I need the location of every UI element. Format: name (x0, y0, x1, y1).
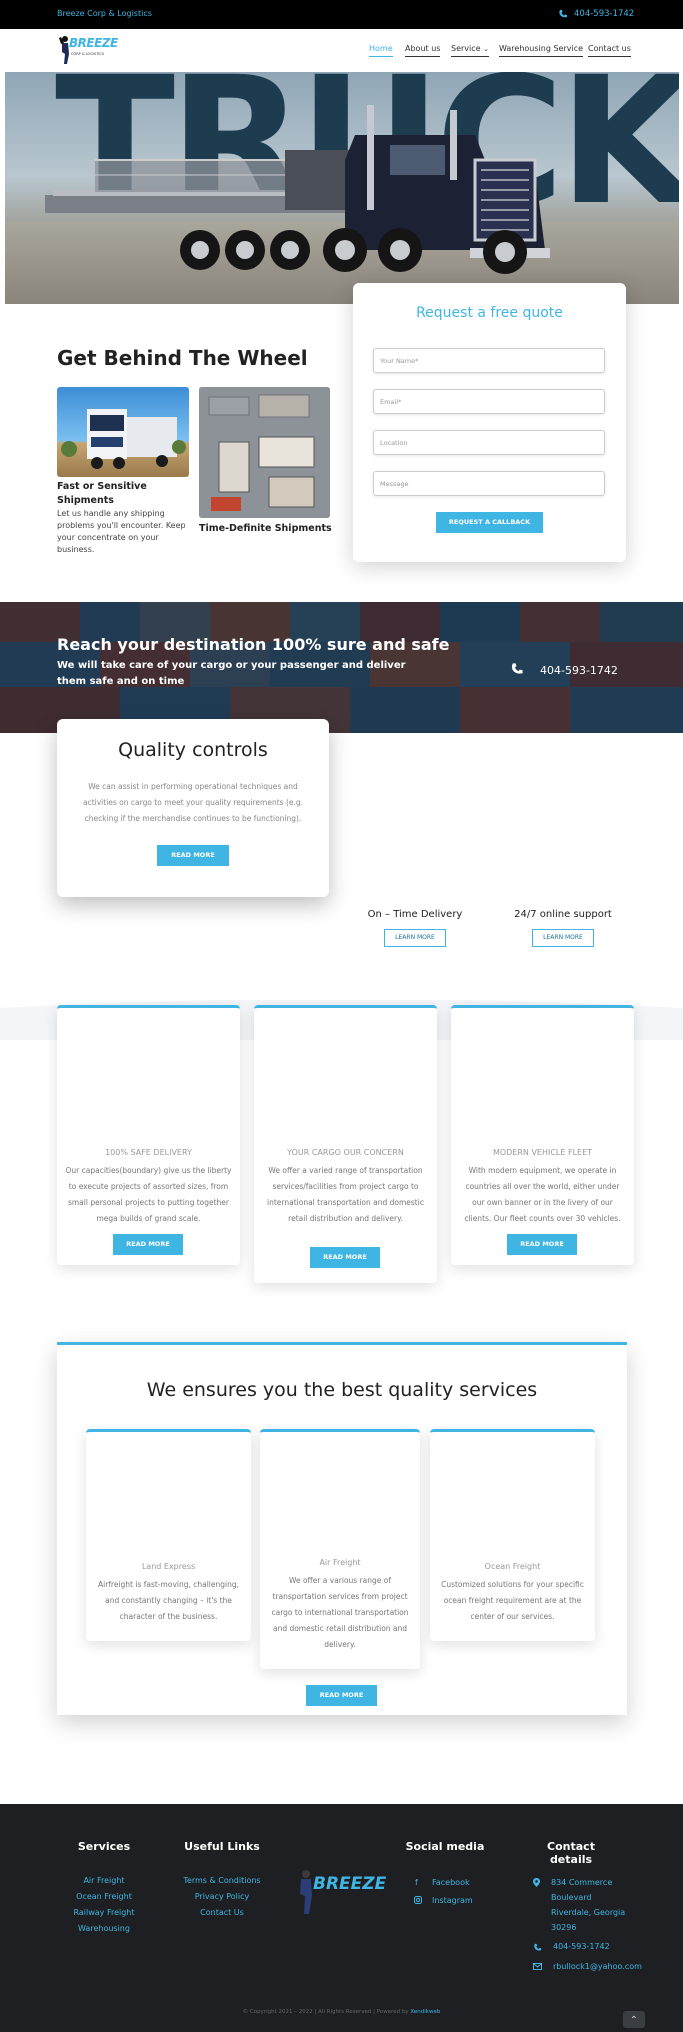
footer-link[interactable]: Railway Freight (54, 1908, 154, 1917)
banner-subtitle: We will take care of your cargo or your … (57, 660, 406, 687)
quote-title: Request a free quote (416, 305, 563, 321)
feature-title: 100% SAFE DELIVERY (105, 1148, 192, 1157)
feature-text: We offer a varied range of transportatio… (267, 1166, 424, 1223)
quality-title: Quality controls (118, 739, 268, 761)
card2-title: Time-Definite Shipments (199, 523, 332, 534)
footer-logo[interactable]: BREEZE (296, 1866, 386, 1916)
service-title: Ocean Freight (484, 1562, 541, 1571)
services-read-more-button[interactable]: READ MORE (306, 1685, 377, 1706)
request-callback-button[interactable]: REQUEST A CALLBACK (436, 512, 543, 533)
footer-logo-text: BREEZE (313, 1874, 387, 1894)
message-input[interactable]: Message (373, 471, 605, 496)
nav-home[interactable]: Home (369, 44, 393, 57)
address-line: Boulevard (551, 1893, 592, 1902)
logo-text: BREEZE (69, 36, 118, 50)
copyright-text: © Copyright 2021 – 2022 | All Rights Res… (242, 2009, 409, 2015)
footer-services-title: Services (77, 1840, 131, 1853)
nav-about[interactable]: About us (405, 44, 441, 57)
footer-link[interactable]: Terms & Conditions (172, 1876, 272, 1885)
facebook-link[interactable]: Facebook (432, 1875, 470, 1890)
section-title: Get Behind The Wheel (57, 346, 308, 370)
services-title: We ensures you the best quality services (146, 1379, 538, 1401)
nav-service-label: Service (451, 44, 481, 53)
name-input[interactable]: Your Name* (373, 348, 605, 373)
quote-form: Request a free quote Your Name* Email* L… (353, 283, 626, 562)
facebook-icon: f (415, 1878, 418, 1887)
footer-phone[interactable]: 404-593-1742 (553, 1939, 610, 1954)
support-title: 24/7 online support (514, 909, 612, 920)
powered-by-link[interactable]: Xendikweb (410, 2009, 440, 2015)
address-line: 30296 (551, 1923, 577, 1932)
footer-link[interactable]: Contact Us (172, 1908, 272, 1917)
ontime-title: On – Time Delivery (367, 909, 463, 920)
containers-banner: Reach your destination 100% sure and saf… (0, 602, 683, 733)
top-brand-link[interactable]: Breeze Corp & Logistics (57, 9, 152, 18)
feature-text: Our capacities(boundary) give us the lib… (65, 1166, 232, 1223)
footer-contact-title: Contact details (547, 1840, 595, 1866)
address-line: Riverdale, Georgia (551, 1908, 626, 1917)
service-card: Air Freight We offer a various range of … (260, 1429, 420, 1669)
service-text: Customized solutions for your specific o… (441, 1580, 584, 1621)
site-footer: Services Air Freight Ocean Freight Railw… (0, 1804, 683, 2032)
feature-card: 100% SAFE DELIVERY Our capacities(bounda… (57, 1005, 240, 1265)
footer-link[interactable]: Ocean Freight (54, 1892, 154, 1901)
service-text: We offer a various range of transportati… (271, 1576, 409, 1649)
service-title: Air Freight (319, 1558, 361, 1567)
email-input[interactable]: Email* (373, 389, 605, 414)
service-card: Ocean Freight Customized solutions for y… (430, 1429, 595, 1641)
top-bar: Breeze Corp & Logistics 404-593-1742 (0, 0, 683, 29)
footer-links-title: Useful Links (184, 1840, 260, 1853)
email-icon (533, 1963, 542, 1970)
instagram-link[interactable]: Instagram (432, 1893, 473, 1908)
hero-banner: TRUCK (5, 72, 679, 304)
footer-email[interactable]: rbullock1@yahoo.com (553, 1959, 642, 1974)
feature-title: YOUR CARGO OUR CONCERN (287, 1148, 404, 1157)
card1-title: Fast or Sensitive Shipments (57, 481, 147, 506)
truck-photo-illustration (61, 409, 186, 469)
footer-link[interactable]: Warehousing (54, 1924, 154, 1933)
logo-subtext: CORP & LOGISTICS (71, 52, 105, 56)
address-line: 834 Commerce (551, 1878, 613, 1887)
services-section: We ensures you the best quality services… (57, 1342, 627, 1715)
instagram-icon (414, 1896, 422, 1904)
quality-text: We can assist in performing operational … (82, 782, 304, 823)
feature-read-more-button[interactable]: READ MORE (310, 1247, 380, 1268)
service-title: Land Express (141, 1562, 196, 1571)
footer-link[interactable]: Air Freight (54, 1876, 154, 1885)
truck-illustration (45, 105, 550, 274)
feature-read-more-button[interactable]: READ MORE (113, 1234, 183, 1255)
feature-text: With modern equipment, we operate in cou… (464, 1166, 621, 1223)
nav-service[interactable]: Service ⌄ (451, 44, 489, 57)
nav-warehousing[interactable]: Warehousing Service (499, 44, 584, 57)
feature-title: MODERN VEHICLE FLEET (492, 1148, 593, 1157)
feature-card: MODERN VEHICLE FLEET With modern equipme… (451, 1005, 634, 1265)
support-learn-more-button[interactable]: LEARN MORE (532, 929, 594, 947)
card1-text: Let us handle any shipping problems you'… (57, 509, 186, 554)
phone-icon (534, 1943, 542, 1951)
site-logo[interactable]: BREEZE CORP & LOGISTICS (58, 32, 118, 66)
copyright: © Copyright 2021 – 2022 | All Rights Res… (0, 2009, 683, 2015)
ontime-learn-more-button[interactable]: LEARN MORE (384, 929, 446, 947)
warehouse-photo-illustration (199, 387, 330, 518)
footer-social-title: Social media (405, 1840, 485, 1853)
feature-read-more-button[interactable]: READ MORE (507, 1234, 577, 1255)
chevron-down-icon: ⌄ (483, 45, 489, 53)
quality-card: Quality controls We can assist in perfor… (57, 719, 329, 897)
scroll-top-button[interactable]: ⌃ (623, 2011, 645, 2028)
footer-link[interactable]: Privacy Policy (172, 1892, 272, 1901)
top-phone-link[interactable]: 404-593-1742 (574, 9, 634, 19)
banner-title: Reach your destination 100% sure and saf… (57, 635, 450, 654)
quality-read-more-button[interactable]: READ MORE (157, 845, 229, 866)
phone-icon (559, 10, 567, 18)
nav-contact[interactable]: Contact us (588, 44, 631, 57)
truck-photo (57, 387, 189, 477)
location-icon (533, 1878, 540, 1887)
location-input[interactable]: Location (373, 430, 605, 455)
warehouse-photo (199, 387, 330, 518)
phone-icon (511, 663, 523, 674)
service-card: Land Express Airfreight is fast-moving, … (86, 1429, 251, 1641)
feature-card: YOUR CARGO OUR CONCERN We offer a varied… (254, 1005, 437, 1283)
service-text: Airfreight is fast-moving, challenging, … (97, 1580, 239, 1621)
banner-phone[interactable]: 404-593-1742 (540, 664, 618, 677)
